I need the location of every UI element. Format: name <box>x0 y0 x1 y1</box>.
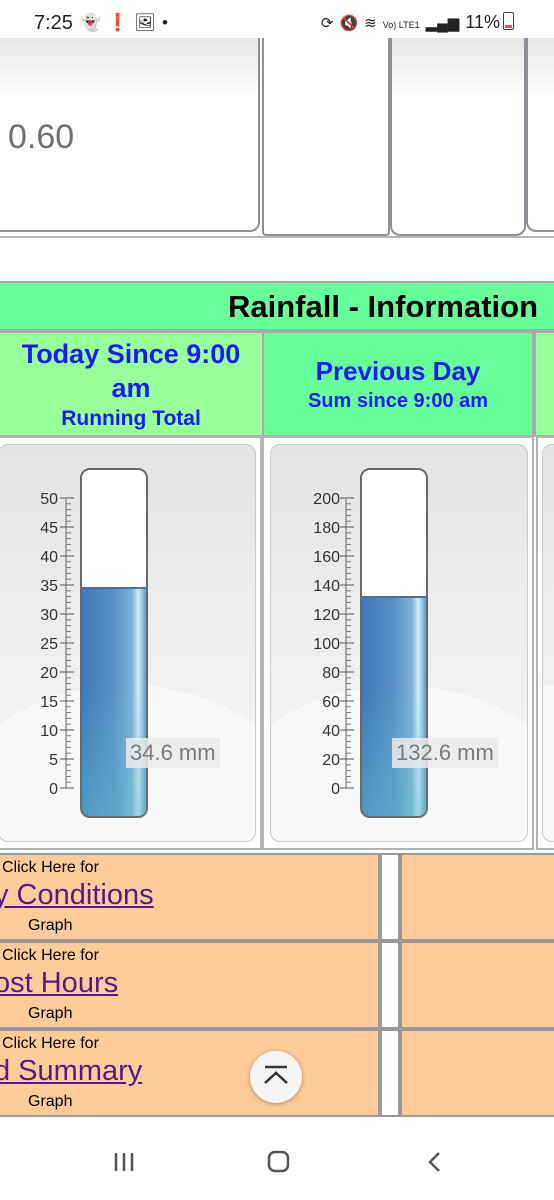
col-prev-title: Previous Day <box>315 356 481 386</box>
gauge-prev-value: 132.6 mm <box>392 738 498 768</box>
gauge-tick-label: 140 <box>313 578 340 595</box>
top-card-3 <box>390 38 526 236</box>
divider <box>0 236 554 238</box>
col-today-header: Today Since 9:00 am Running Total <box>0 331 264 437</box>
link-row-3-right[interactable] <box>400 1029 554 1117</box>
mute-icon: 🔇 <box>339 15 359 32</box>
gauge-tick-label: 50 <box>40 491 58 508</box>
gauge-prev-fill <box>362 595 426 816</box>
gauge-tick-label: 25 <box>40 636 58 653</box>
gauge-prev: 0 20 40 60 80 100 120 140 160 180 200 132.6 mm <box>262 436 534 850</box>
rainfall-header: Rainfall - Information <box>0 281 554 331</box>
link-gap-3 <box>380 1029 400 1117</box>
gauge-tick-label: 120 <box>313 607 340 624</box>
gauge-next-bg <box>542 444 554 842</box>
link-row-1-right[interactable] <box>400 853 554 941</box>
recent-apps-icon[interactable] <box>112 1150 138 1174</box>
link-prefix: Click Here for <box>2 859 99 876</box>
summary-link[interactable]: d Summary <box>0 1055 142 1088</box>
link-row-2-right[interactable] <box>400 941 554 1029</box>
snapchat-icon: 👻 <box>80 13 108 32</box>
gauge-next <box>536 436 554 850</box>
gauge-tick-label: 30 <box>40 607 58 624</box>
status-right: ⟳ 🔇 ≋ Vo) LTE1 ▂▄▆ 11% <box>321 12 514 33</box>
top-card-2 <box>262 38 390 236</box>
gauge-tick-label: 40 <box>40 549 58 566</box>
gauge-today: 0 5 10 15 20 25 30 35 40 45 50 34.6 mm <box>0 436 262 850</box>
link-row-1[interactable]: Click Here for y Conditions Graph <box>0 853 380 941</box>
sync-icon: ⟳ <box>320 15 334 32</box>
gauge-tick-label: 20 <box>40 665 58 682</box>
top-card-value: 0.60 <box>8 118 75 156</box>
gauge-tick-label: 35 <box>40 578 58 595</box>
scroll-up-icon <box>264 1065 288 1084</box>
signal-icon: ▂▄▆ <box>425 15 460 32</box>
wifi-icon: ≋ <box>364 15 377 32</box>
gauge-tick-label: 15 <box>40 694 58 711</box>
link-prefix: Click Here for <box>2 1035 99 1052</box>
gauge-today-value: 34.6 mm <box>126 738 220 768</box>
link-gap-1 <box>380 853 400 941</box>
gauge-tick-label: 80 <box>322 665 340 682</box>
gauge-tick-label: 200 <box>313 491 340 508</box>
gauge-tick-label: 45 <box>40 520 58 537</box>
gauge-tick-label: 10 <box>40 723 58 740</box>
frost-hours-link[interactable]: ost Hours <box>0 967 118 1000</box>
home-icon[interactable] <box>266 1150 292 1174</box>
top-card-4 <box>526 38 554 232</box>
top-card-1: 0.60 <box>0 38 260 232</box>
link-suffix: Graph <box>28 1005 73 1022</box>
gauge-tick-label: 160 <box>313 549 340 566</box>
back-icon[interactable] <box>424 1150 446 1174</box>
col-next-header <box>534 331 554 437</box>
status-time: 7:25 <box>34 12 73 34</box>
gauge-tick-label: 180 <box>313 520 340 537</box>
link-gap-2 <box>380 941 400 1029</box>
scroll-to-top-button[interactable] <box>250 1051 302 1103</box>
col-today-title: Today Since 9:00 am <box>21 339 241 403</box>
gauge-tick-label: 40 <box>322 723 340 740</box>
lte-icon: Vo) LTE1 <box>382 20 420 30</box>
col-prev-header: Previous Day Sum since 9:00 am <box>262 331 534 437</box>
alert-icon: ❗ <box>107 13 135 32</box>
image-icon: 🖼 <box>134 13 162 32</box>
gauge-tick-label: 0 <box>49 781 58 798</box>
link-suffix: Graph <box>28 917 73 934</box>
conditions-link[interactable]: y Conditions <box>0 879 154 912</box>
link-prefix: Click Here for <box>2 947 99 964</box>
gauge-tick-label: 5 <box>49 752 58 769</box>
gauge-tick-label: 100 <box>313 636 340 653</box>
notification-icons: 👻❗🖼• <box>80 13 174 33</box>
gauge-tick-label: 0 <box>331 781 340 798</box>
link-suffix: Graph <box>28 1093 73 1110</box>
gauge-tick-label: 20 <box>322 752 340 769</box>
col-prev-subtitle: Sum since 9:00 am <box>307 390 489 412</box>
dot-icon: • <box>161 13 174 32</box>
gauge-today-fill <box>82 587 146 816</box>
link-row-2[interactable]: Click Here for ost Hours Graph <box>0 941 380 1029</box>
link-row-3[interactable]: Click Here for d Summary Graph <box>0 1029 380 1117</box>
battery-percent: 11% <box>465 12 500 32</box>
battery-icon <box>503 12 514 30</box>
rainfall-title: Rainfall - Information <box>228 289 538 324</box>
col-today-subtitle: Running Total <box>61 407 201 430</box>
gauge-tick-label: 60 <box>322 694 340 711</box>
